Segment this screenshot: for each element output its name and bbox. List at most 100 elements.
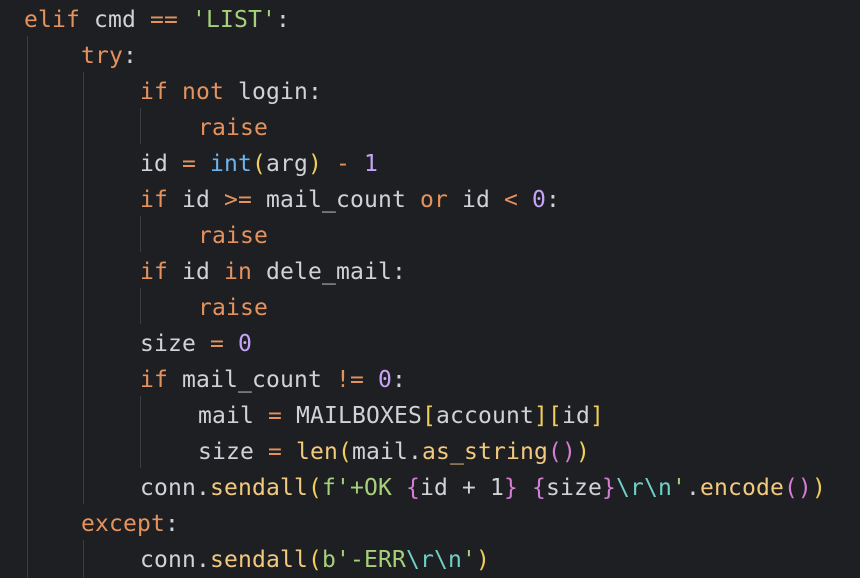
code-line[interactable]: if mail_count != 0:: [140, 362, 406, 398]
code-token: :: [391, 367, 406, 393]
indent-guide: [27, 36, 28, 578]
code-token: if: [140, 367, 168, 393]
indent-guide: [140, 108, 141, 144]
code-token: id: [561, 403, 590, 429]
indent-guide: [140, 288, 141, 324]
code-token: size: [140, 331, 210, 357]
code-token: if: [140, 259, 168, 285]
code-token: id: [447, 187, 504, 213]
code-editor[interactable]: elif cmd == 'LIST': try: if not login: r…: [0, 0, 860, 578]
code-token: }: [503, 475, 518, 501]
code-token: ]: [533, 403, 548, 429]
code-token: len: [296, 439, 338, 465]
code-token: mail.: [352, 439, 422, 465]
code-line[interactable]: raise: [198, 290, 268, 326]
code-token: }: [601, 475, 616, 501]
code-token: ==: [150, 7, 178, 33]
code-token: <: [503, 187, 518, 213]
code-token: 0: [531, 187, 546, 213]
code-token: raise: [198, 295, 268, 321]
code-token: arg: [266, 151, 308, 177]
code-token: not: [182, 79, 224, 105]
code-token: id: [168, 187, 224, 213]
code-token: conn.: [140, 475, 210, 501]
code-token: mail_count: [168, 367, 336, 393]
code-token: ': [461, 547, 476, 573]
code-token: b'-ERR: [321, 547, 406, 573]
code-token: mail_count: [252, 187, 420, 213]
code-token: :: [164, 511, 179, 537]
code-token: encode: [699, 475, 784, 501]
code-line[interactable]: id = int(arg) - 1: [140, 146, 378, 182]
code-token: (: [338, 439, 352, 465]
code-token: {: [531, 475, 546, 501]
code-token: >=: [224, 187, 252, 213]
code-token: sendall: [210, 547, 308, 573]
code-line[interactable]: elif cmd == 'LIST':: [24, 2, 290, 38]
code-token: =: [268, 403, 282, 429]
code-token: \r\n: [615, 475, 672, 501]
code-token: or: [419, 187, 448, 213]
indent-guide: [140, 216, 141, 252]
code-token: if: [140, 187, 168, 213]
code-token: (): [547, 439, 576, 465]
code-token: as_string: [422, 439, 548, 465]
code-token: if: [140, 79, 168, 105]
code-token: 1: [364, 151, 378, 177]
code-token: login:: [224, 79, 322, 105]
code-line[interactable]: size = 0: [140, 326, 252, 362]
code-token: account: [435, 403, 534, 429]
code-token: (: [307, 475, 322, 501]
code-token: (: [307, 547, 322, 573]
code-token: ): [475, 547, 490, 573]
code-token: =: [182, 151, 196, 177]
code-line[interactable]: if id >= mail_count or id < 0:: [140, 182, 560, 218]
code-line[interactable]: size = len(mail.as_string()): [198, 434, 590, 470]
code-line[interactable]: raise: [198, 218, 268, 254]
code-token: 0: [377, 367, 392, 393]
code-token: ): [575, 439, 590, 465]
code-token: raise: [198, 223, 268, 249]
code-line[interactable]: mail = MAILBOXES[account][id]: [198, 398, 604, 434]
indent-guide: [83, 540, 84, 578]
code-token: :: [545, 187, 560, 213]
code-token: =: [210, 331, 224, 357]
code-token: in: [224, 259, 252, 285]
code-token: MAILBOXES: [282, 403, 422, 429]
code-token: (: [252, 151, 266, 177]
code-token: except: [81, 511, 165, 537]
code-token: :: [275, 7, 290, 33]
code-token: ): [811, 475, 826, 501]
code-token: (): [783, 475, 812, 501]
code-line[interactable]: conn.sendall(b'-ERR\r\n'): [140, 542, 490, 578]
code-token: f'+OK: [321, 475, 406, 501]
code-token: {: [405, 475, 420, 501]
code-token: try: [81, 43, 123, 69]
code-token: ': [671, 475, 686, 501]
code-token: [: [547, 403, 562, 429]
code-line[interactable]: except:: [81, 506, 179, 542]
code-line[interactable]: if id in dele_mail:: [140, 254, 406, 290]
code-token: 0: [238, 331, 252, 357]
code-line[interactable]: try:: [81, 38, 137, 74]
code-token: 'LIST': [192, 7, 276, 33]
code-token: cmd: [80, 7, 150, 33]
code-line[interactable]: raise: [198, 110, 268, 146]
code-line[interactable]: if not login:: [140, 74, 322, 110]
code-token: [: [421, 403, 436, 429]
code-token: int: [210, 151, 252, 177]
code-line[interactable]: conn.sendall(f'+OK {id + 1} {size}\r\n'.…: [140, 470, 826, 506]
code-token: \r\n: [405, 547, 462, 573]
code-token: mail: [198, 403, 268, 429]
code-token: size: [545, 475, 602, 501]
